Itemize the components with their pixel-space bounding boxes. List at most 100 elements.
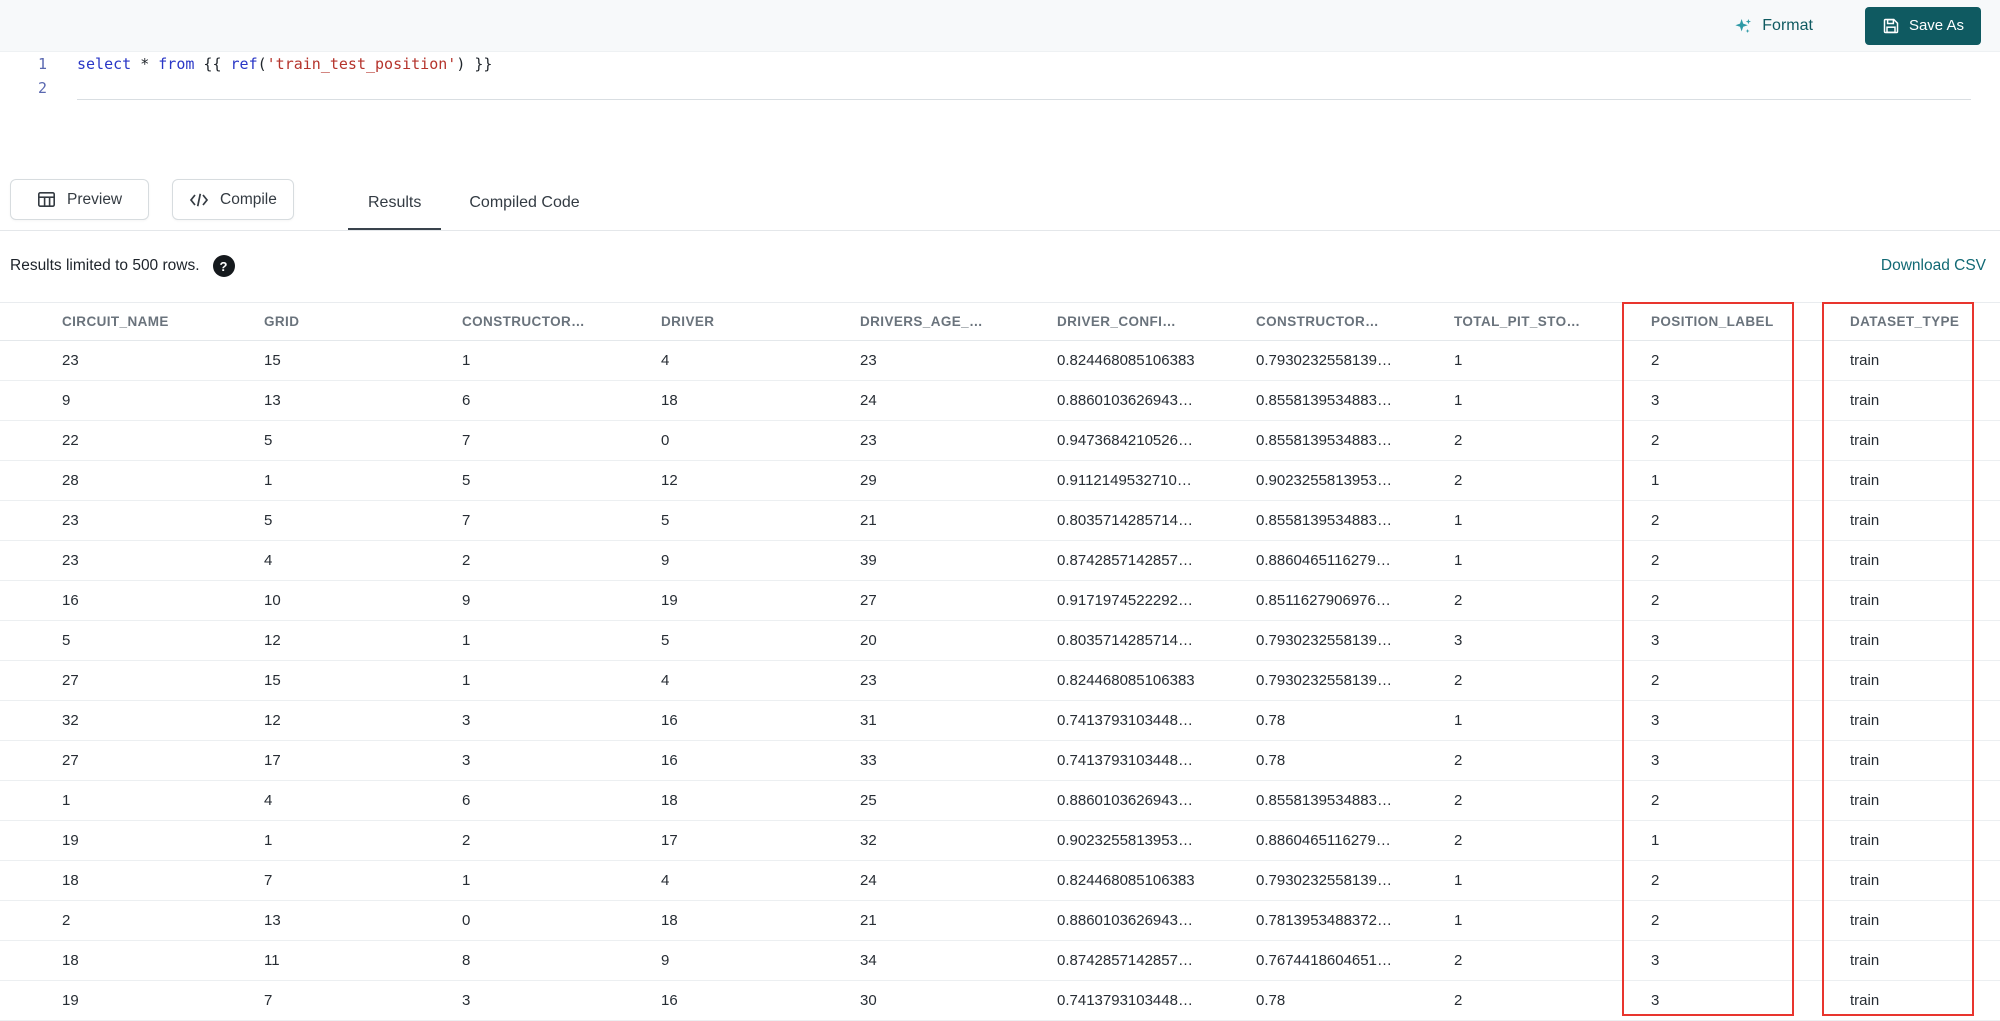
table-header-row: CIRCUIT_NAME GRID CONSTRUCTOR… DRIVER DRIVER… bbox=[0, 302, 2000, 341]
table-cell: 0.824468085106383 bbox=[1057, 860, 1256, 901]
table-cell: 0.7930232558139… bbox=[1256, 340, 1454, 381]
table-cell: 0.7930232558139… bbox=[1256, 660, 1454, 701]
column-header: DRIVER bbox=[661, 302, 860, 341]
table-cell: 3 bbox=[462, 700, 661, 741]
table-cell: 0.8558139534883… bbox=[1256, 500, 1454, 541]
table-cell: 2 bbox=[1454, 740, 1651, 781]
table-cell: 1 bbox=[462, 860, 661, 901]
table-cell: train bbox=[1850, 540, 2000, 581]
code-line: select * from {{ ref('train_test_positio… bbox=[77, 55, 493, 73]
table-cell: 9 bbox=[661, 540, 860, 581]
table-cell: train bbox=[1850, 860, 2000, 901]
table-cell: 3 bbox=[462, 740, 661, 781]
table-cell: 34 bbox=[860, 940, 1057, 981]
column-header: DATASET_TYPE bbox=[1850, 302, 2000, 341]
table-cell: 23 bbox=[860, 660, 1057, 701]
table-cell: 6 bbox=[462, 780, 661, 821]
table-cell: 0.7413793103448… bbox=[1057, 700, 1256, 741]
column-header: DRIVERS_AGE_… bbox=[860, 302, 1057, 341]
table-cell: 3 bbox=[1651, 380, 1850, 421]
table-cell: 3 bbox=[1454, 620, 1651, 661]
table-cell: 7 bbox=[462, 420, 661, 461]
table-cell: 5 bbox=[661, 620, 860, 661]
table-cell: train bbox=[1850, 980, 2000, 1021]
table-cell: 5 bbox=[264, 420, 462, 461]
table-cell: 1 bbox=[1651, 460, 1850, 501]
table-cell: 19 bbox=[661, 580, 860, 621]
table-cell: 16 bbox=[661, 740, 860, 781]
table-cell: 0.7813953488372… bbox=[1256, 900, 1454, 941]
table-cell: 0.9023255813953… bbox=[1256, 460, 1454, 501]
table-cell: 0.8558139534883… bbox=[1256, 780, 1454, 821]
table-body: 23 15 1 4 23 0.824468085106383 0.7930232558139… bbox=[0, 340, 2000, 1021]
table-cell: 16 bbox=[661, 700, 860, 741]
format-label: Format bbox=[1762, 16, 1813, 34]
table-cell: 2 bbox=[1651, 540, 1850, 581]
table-cell: 2 bbox=[1651, 660, 1850, 701]
table-cell: 0.8558139534883… bbox=[1256, 380, 1454, 421]
table-cell: 27 bbox=[0, 740, 264, 781]
table-row: 18 11 8 9 34 0.8742857142857… 0.7674418604651…… bbox=[0, 940, 2000, 981]
table-cell: 0.824468085106383 bbox=[1057, 660, 1256, 701]
download-csv-link[interactable]: Download CSV bbox=[1875, 246, 1992, 286]
table-cell: 12 bbox=[661, 460, 860, 501]
table-row: 19 1 2 17 32 0.9023255813953… 0.8860465116279…… bbox=[0, 820, 2000, 861]
table-cell: 2 bbox=[1454, 660, 1651, 701]
table-cell: 0.9112149532710… bbox=[1057, 460, 1256, 501]
table-cell: 18 bbox=[661, 900, 860, 941]
table-cell: 3 bbox=[462, 980, 661, 1021]
code-icon bbox=[189, 192, 209, 208]
table-row: 23 15 1 4 23 0.824468085106383 0.7930232558139… bbox=[0, 340, 2000, 381]
help-icon[interactable]: ? bbox=[212, 255, 235, 277]
table-cell: 0.78 bbox=[1256, 740, 1454, 781]
table-cell: 23 bbox=[0, 540, 264, 581]
table-cell: 33 bbox=[860, 740, 1057, 781]
line-number: 2 bbox=[37, 79, 47, 97]
table-cell: 2 bbox=[462, 820, 661, 861]
table-cell: 0.8035714285714… bbox=[1057, 620, 1256, 661]
table-cell: 0.7413793103448… bbox=[1057, 980, 1256, 1021]
column-header: CONSTRUCTOR… bbox=[462, 302, 661, 341]
table-cell: 15 bbox=[264, 660, 462, 701]
table-cell: 39 bbox=[860, 540, 1057, 581]
compile-button[interactable]: Compile bbox=[172, 179, 294, 220]
table-cell: train bbox=[1850, 620, 2000, 661]
table-cell: 23 bbox=[860, 420, 1057, 461]
sql-editor[interactable]: 1 select * from {{ ref('train_test_positi… bbox=[0, 52, 2000, 178]
preview-button[interactable]: Preview bbox=[10, 179, 150, 220]
format-button[interactable]: Format bbox=[1727, 15, 1819, 37]
table-cell: 16 bbox=[661, 980, 860, 1021]
table-cell: 29 bbox=[860, 460, 1057, 501]
table-cell: 1 bbox=[1651, 820, 1850, 861]
table-cell: 1 bbox=[1454, 540, 1651, 581]
table-cell: 22 bbox=[0, 420, 264, 461]
results-limit-text: Results limited to 500 rows. bbox=[10, 257, 200, 274]
table-cell: 9 bbox=[462, 580, 661, 621]
table-cell: 1 bbox=[0, 780, 264, 821]
table-cell: 19 bbox=[0, 980, 264, 1021]
editor-line: 1 select * from {{ ref('train_test_positi… bbox=[0, 52, 2000, 76]
table-cell: train bbox=[1850, 420, 2000, 461]
table-cell: 0.8511627906976… bbox=[1256, 580, 1454, 621]
results-info-bar: Results limited to 500 rows. ? Download … bbox=[0, 246, 2000, 286]
table-row: 2 13 0 18 21 0.8860103626943… 0.7813953488372…… bbox=[0, 900, 2000, 941]
table-cell: 0.7930232558139… bbox=[1256, 860, 1454, 901]
table-cell: 2 bbox=[1651, 420, 1850, 461]
table-cell: 23 bbox=[0, 340, 264, 381]
tab-compiled-code[interactable]: Compiled Code bbox=[449, 178, 599, 231]
table-cell: 3 bbox=[1651, 940, 1850, 981]
save-as-button[interactable]: Save As bbox=[1864, 6, 1981, 45]
table-row: 32 12 3 16 31 0.7413793103448… 0.78 1 3 train bbox=[0, 700, 2000, 741]
tab-results[interactable]: Results bbox=[348, 178, 442, 231]
code-line bbox=[77, 76, 1971, 100]
column-header: CIRCUIT_NAME bbox=[0, 302, 264, 341]
table-cell: 0.8035714285714… bbox=[1057, 500, 1256, 541]
table-cell: 0.8860103626943… bbox=[1057, 380, 1256, 421]
table-cell: 0.9171974522292… bbox=[1057, 580, 1256, 621]
line-number: 1 bbox=[37, 55, 47, 73]
table-cell: 4 bbox=[661, 340, 860, 381]
table-cell: 5 bbox=[0, 620, 264, 661]
results-tabs: Results Compiled Code bbox=[348, 178, 600, 231]
table-cell: 27 bbox=[860, 580, 1057, 621]
table-cell: 4 bbox=[661, 860, 860, 901]
